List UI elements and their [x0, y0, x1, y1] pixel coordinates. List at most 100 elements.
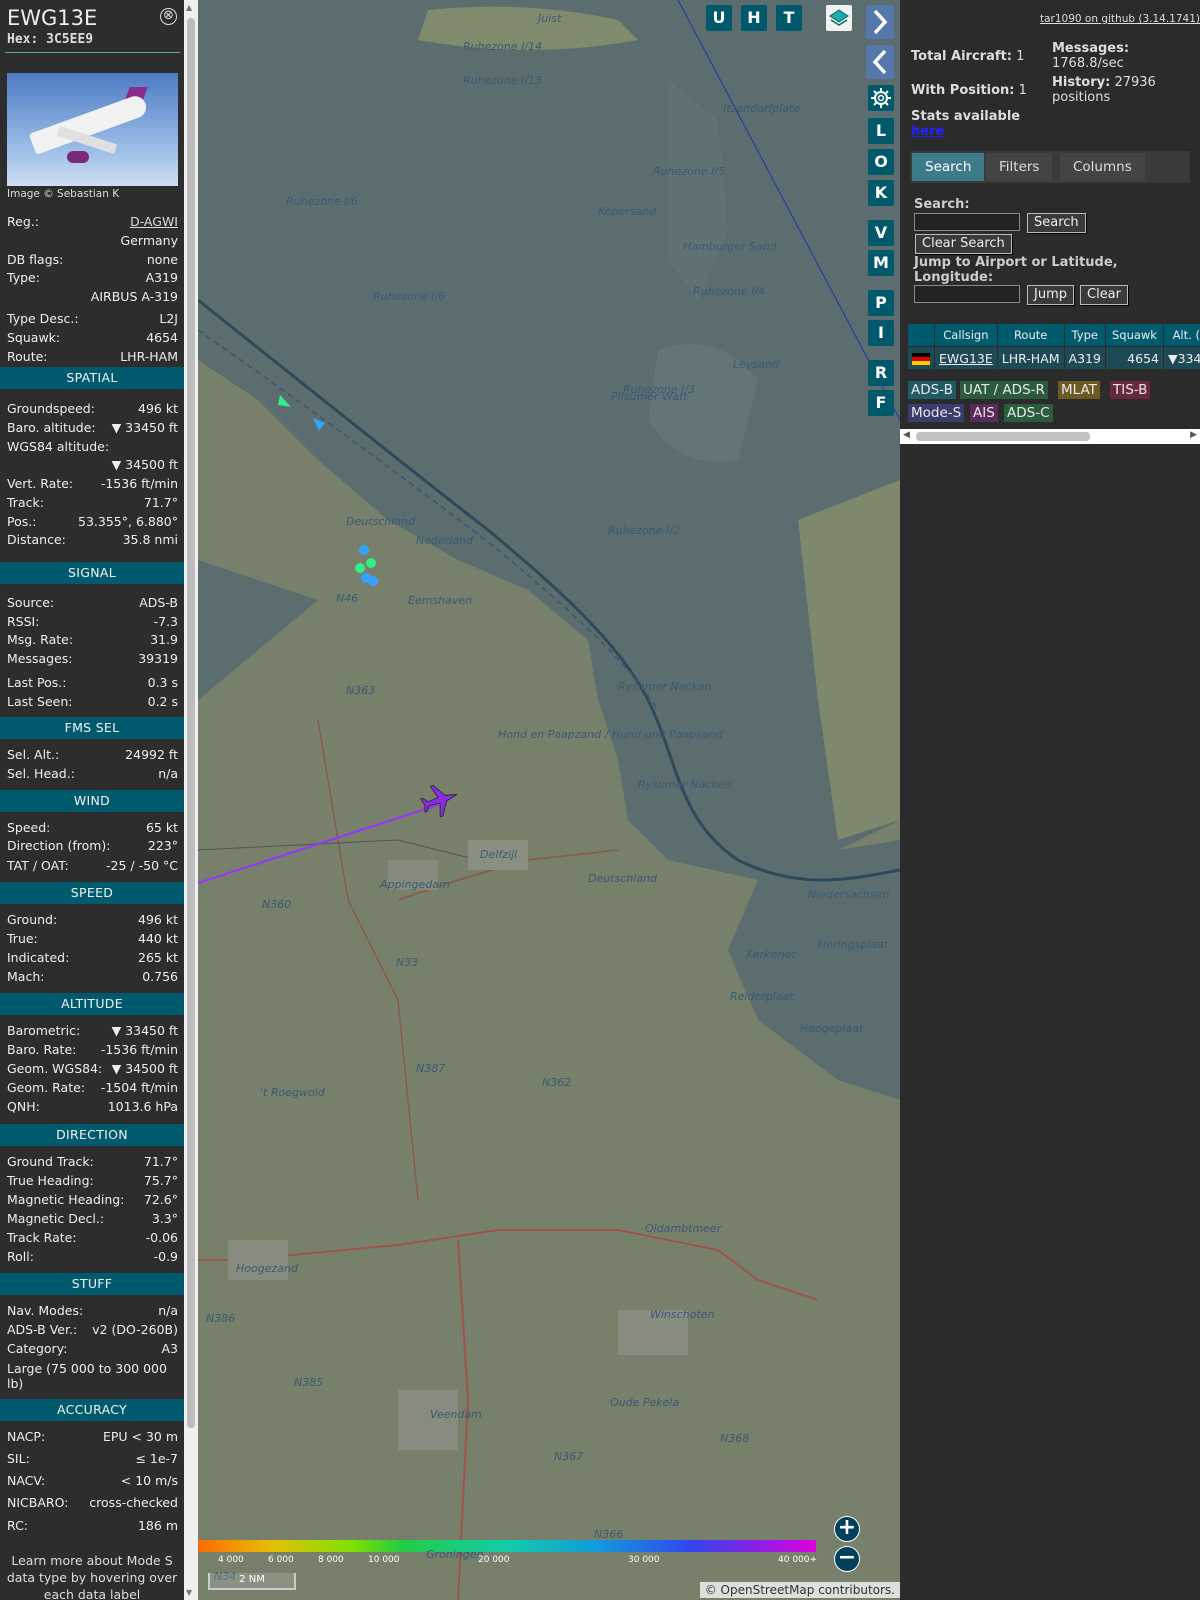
info-panel-scrollbar[interactable]: ▲ ▼: [184, 0, 198, 1600]
info-label[interactable]: Ground Track:: [7, 1152, 94, 1171]
section-altitude[interactable]: ALTITUDE: [0, 993, 184, 1015]
col-callsign[interactable]: Callsign: [934, 323, 998, 347]
clear-jump-button[interactable]: Clear: [1080, 285, 1128, 305]
info-label[interactable]: Groundspeed:: [7, 399, 95, 418]
info-label[interactable]: Type:: [7, 268, 40, 287]
info-label[interactable]: True:: [7, 929, 38, 948]
info-label[interactable]: Pos.:: [7, 512, 36, 531]
section-accuracy[interactable]: ACCURACY: [0, 1399, 184, 1421]
jump-input[interactable]: [914, 285, 1020, 303]
aircraft-photo[interactable]: [7, 73, 178, 186]
info-label[interactable]: Magnetic Decl.:: [7, 1209, 104, 1228]
info-label[interactable]: Messages:: [7, 649, 73, 668]
map-button-m[interactable]: M: [868, 250, 894, 276]
info-label[interactable]: Baro. Rate:: [7, 1040, 76, 1059]
info-label[interactable]: Magnetic Heading:: [7, 1190, 124, 1209]
map-button-r[interactable]: R: [868, 360, 894, 386]
section-signal[interactable]: SIGNAL: [0, 562, 184, 584]
jump-button[interactable]: Jump: [1027, 285, 1074, 305]
col-route[interactable]: Route: [996, 323, 1065, 347]
map-button-p[interactable]: P: [868, 290, 894, 316]
search-input[interactable]: [914, 213, 1020, 231]
source-legend-ais[interactable]: AIS: [970, 404, 998, 422]
zoom-out-button[interactable]: −: [834, 1546, 860, 1572]
col-flag[interactable]: [907, 323, 935, 347]
info-label[interactable]: Nav. Modes:: [7, 1301, 83, 1320]
map-button-o[interactable]: O: [868, 149, 894, 175]
info-label[interactable]: RSSI:: [7, 612, 39, 631]
source-legend-uat-ads-r[interactable]: UAT / ADS-R: [960, 381, 1048, 399]
info-label[interactable]: Category:: [7, 1339, 67, 1358]
gear-icon[interactable]: [868, 85, 894, 111]
info-label[interactable]: ADS-B Ver.:: [7, 1320, 77, 1339]
info-label[interactable]: Ground:: [7, 910, 57, 929]
map-button-t[interactable]: T: [776, 5, 802, 31]
info-label[interactable]: Geom. Rate:: [7, 1078, 85, 1097]
info-label[interactable]: Indicated:: [7, 948, 69, 967]
chevron-left-icon[interactable]: [866, 45, 894, 79]
info-label[interactable]: WGS84 altitude:: [7, 437, 109, 456]
info-value[interactable]: D-AGWI: [130, 212, 178, 231]
info-label[interactable]: Speed:: [7, 818, 50, 837]
info-label[interactable]: Source:: [7, 593, 54, 612]
map-button-h[interactable]: H: [741, 5, 767, 31]
tab-filters[interactable]: Filters: [986, 153, 1053, 181]
section-fms[interactable]: FMS SEL: [0, 717, 184, 739]
stats-link[interactable]: here: [911, 124, 944, 139]
info-label[interactable]: QNH:: [7, 1097, 40, 1116]
version-link[interactable]: tar1090 on github (3.14.1741): [1040, 13, 1200, 25]
map-button-l[interactable]: L: [868, 118, 894, 144]
info-label[interactable]: Route:: [7, 347, 48, 366]
section-stuff[interactable]: STUFF: [0, 1273, 184, 1295]
info-label[interactable]: Sel. Alt.:: [7, 745, 59, 764]
info-label[interactable]: NACP:: [7, 1427, 45, 1446]
info-label[interactable]: RC:: [7, 1516, 28, 1535]
col-type[interactable]: Type: [1063, 323, 1106, 347]
row-callsign[interactable]: EWG13E: [934, 346, 998, 370]
info-label[interactable]: Type Desc.:: [7, 309, 79, 328]
map-button-f[interactable]: F: [868, 390, 894, 416]
section-spatial[interactable]: SPATIAL: [0, 367, 184, 389]
info-label[interactable]: Last Pos.:: [7, 673, 66, 692]
info-label[interactable]: Barometric:: [7, 1021, 80, 1040]
info-label[interactable]: Reg.:: [7, 212, 39, 231]
section-direction[interactable]: DIRECTION: [0, 1124, 184, 1146]
map-view[interactable]: Juist Ruhezone I/14 Ruhezone I/13 Itzendorf…: [198, 0, 900, 1600]
tab-columns[interactable]: Columns: [1060, 153, 1145, 181]
info-label[interactable]: Baro. altitude:: [7, 418, 96, 437]
info-label[interactable]: Track:: [7, 493, 44, 512]
info-label[interactable]: Vert. Rate:: [7, 474, 73, 493]
map-button-k[interactable]: K: [868, 180, 894, 206]
source-legend-tis-b[interactable]: TIS-B: [1110, 381, 1151, 399]
source-legend-ads-b[interactable]: ADS-B: [908, 381, 956, 399]
info-label[interactable]: SIL:: [7, 1449, 30, 1468]
table-horizontal-scrollbar[interactable]: ◀ ▶: [900, 429, 1200, 444]
info-label[interactable]: DB flags:: [7, 250, 63, 269]
source-legend-mode-s[interactable]: Mode-S: [908, 404, 965, 422]
info-label[interactable]: Roll:: [7, 1247, 34, 1266]
info-label[interactable]: Distance:: [7, 530, 66, 549]
col-squawk[interactable]: Squawk: [1104, 323, 1164, 347]
info-label[interactable]: Direction (from):: [7, 836, 111, 855]
map-button-i[interactable]: I: [868, 320, 894, 346]
table-row[interactable]: EWG13E LHR-HAM A319 4654 ▼33450: [907, 346, 1200, 370]
map-button-v[interactable]: V: [868, 220, 894, 246]
map-button-u[interactable]: U: [706, 5, 732, 31]
info-label[interactable]: NICBARO:: [7, 1493, 68, 1512]
info-label[interactable]: True Heading:: [7, 1171, 94, 1190]
source-legend-mlat[interactable]: MLAT: [1058, 381, 1100, 399]
info-label[interactable]: Mach:: [7, 967, 44, 986]
clear-search-button[interactable]: Clear Search: [915, 234, 1012, 254]
info-label[interactable]: Msg. Rate:: [7, 630, 73, 649]
tab-search[interactable]: Search: [912, 153, 985, 181]
info-label[interactable]: NACV:: [7, 1471, 45, 1490]
section-speed[interactable]: SPEED: [0, 882, 184, 904]
info-label[interactable]: Track Rate:: [7, 1228, 77, 1247]
close-icon[interactable]: ⊗: [160, 8, 177, 25]
layers-icon[interactable]: [826, 5, 852, 31]
col-alt[interactable]: Alt. (ft): [1162, 323, 1200, 347]
info-label[interactable]: Last Seen:: [7, 692, 72, 711]
zoom-in-button[interactable]: +: [834, 1516, 860, 1542]
info-label[interactable]: Squawk:: [7, 328, 60, 347]
info-label[interactable]: Geom. WGS84:: [7, 1059, 102, 1078]
